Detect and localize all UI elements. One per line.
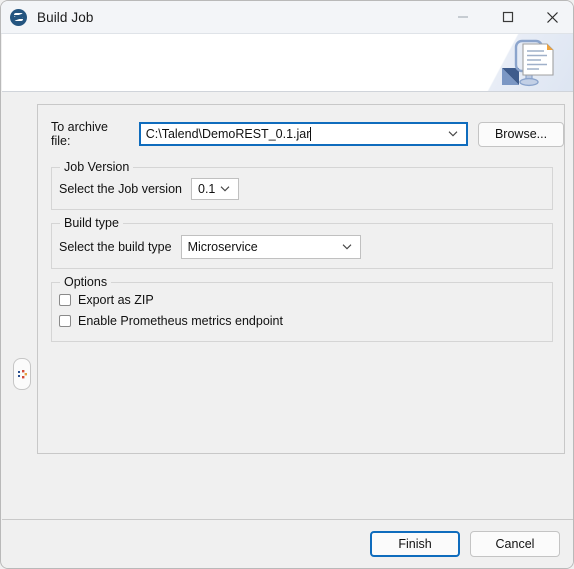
job-version-legend: Job Version <box>60 160 134 174</box>
options-legend: Options <box>60 275 112 289</box>
chevron-down-icon[interactable] <box>448 131 458 137</box>
window-controls <box>440 1 573 34</box>
restore-panel-icon <box>18 370 27 379</box>
browse-button[interactable]: Browse... <box>478 121 565 147</box>
cancel-button[interactable]: Cancel <box>470 531 560 557</box>
minimize-button[interactable] <box>440 1 485 34</box>
maximize-button[interactable] <box>485 1 530 34</box>
dialog-body: To archive file: C:\Talend\DemoREST_0.1.… <box>2 92 573 519</box>
dialog-footer: Finish Cancel <box>2 519 573 568</box>
options-group: Options Export as ZIP Enable Prometheus … <box>51 275 553 342</box>
build-type-label: Select the build type <box>59 240 172 254</box>
build-type-select[interactable]: Microservice <box>180 235 361 259</box>
minimize-icon <box>457 16 468 18</box>
job-version-label: Select the Job version <box>59 182 182 196</box>
prometheus-metrics-label: Enable Prometheus metrics endpoint <box>78 314 283 328</box>
close-icon <box>547 11 558 23</box>
job-version-select[interactable]: 0.1 <box>191 178 239 200</box>
job-version-row: Select the Job version 0.1 <box>59 178 239 200</box>
build-type-row: Select the build type Microservice <box>59 235 361 259</box>
build-job-document-icon <box>502 39 554 87</box>
option-export-as-zip[interactable]: Export as ZIP <box>59 293 154 307</box>
archive-file-input[interactable]: C:\Talend\DemoREST_0.1.jar <box>138 122 469 146</box>
chevron-down-icon[interactable] <box>342 244 352 250</box>
talend-logo-icon <box>10 8 27 26</box>
job-version-group: Job Version Select the Job version 0.1 <box>51 160 553 210</box>
finish-button[interactable]: Finish <box>370 531 460 557</box>
build-type-group: Build type Select the build type Microse… <box>51 216 553 269</box>
dialog-banner <box>2 34 573 92</box>
maximize-icon <box>502 11 513 23</box>
build-settings-panel: To archive file: C:\Talend\DemoREST_0.1.… <box>37 104 565 454</box>
prometheus-metrics-checkbox[interactable] <box>59 315 71 327</box>
text-caret <box>310 127 312 141</box>
chevron-down-icon[interactable] <box>220 186 230 192</box>
job-version-value: 0.1 <box>198 182 216 196</box>
archive-file-value: C:\Talend\DemoREST_0.1.jar <box>145 127 311 141</box>
close-button[interactable] <box>530 1 573 34</box>
restore-panel-handle[interactable] <box>13 358 31 390</box>
export-as-zip-checkbox[interactable] <box>59 294 71 306</box>
titlebar: Build Job <box>1 1 573 34</box>
window-title: Build Job <box>37 9 94 25</box>
archive-file-label: To archive file: <box>51 120 108 148</box>
build-type-value: Microservice <box>187 240 258 254</box>
footer-buttons: Finish Cancel <box>370 531 560 557</box>
build-type-legend: Build type <box>60 216 123 230</box>
export-as-zip-label: Export as ZIP <box>78 293 154 307</box>
archive-file-row: To archive file: C:\Talend\DemoREST_0.1.… <box>51 120 565 148</box>
option-prometheus-metrics[interactable]: Enable Prometheus metrics endpoint <box>59 314 283 328</box>
build-job-dialog: Build Job To archive file: C:\Talend\Dem… <box>0 0 574 569</box>
